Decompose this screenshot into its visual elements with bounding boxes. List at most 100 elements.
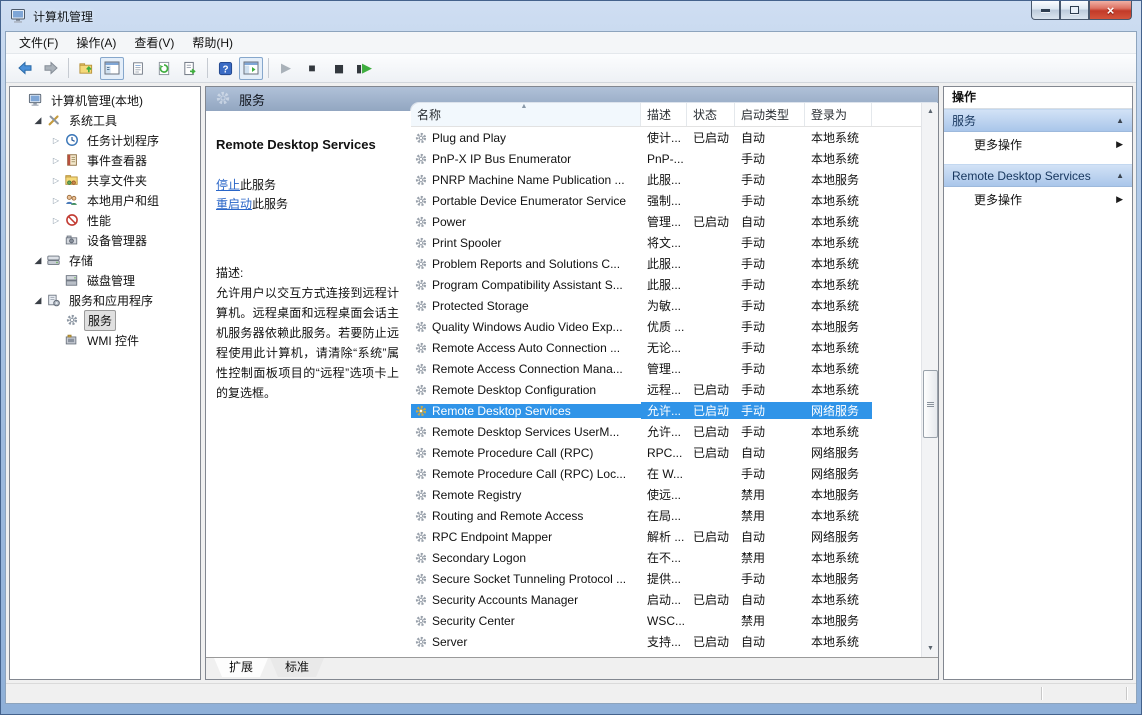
export-list-button[interactable]: [178, 57, 202, 80]
service-row[interactable]: Remote Desktop Services UserM...允许...已启动…: [411, 421, 921, 442]
restore-button[interactable]: [1060, 1, 1089, 20]
tree-item-computer[interactable]: 计算机管理(本地): [10, 90, 200, 110]
scroll-up-icon[interactable]: ▲: [922, 103, 938, 120]
tab-extended[interactable]: 扩展: [214, 658, 268, 677]
tree-item-wmi[interactable]: WMI 控件: [10, 330, 200, 350]
menu-item-0[interactable]: 文件(F): [10, 31, 67, 54]
logon-as-cell: 本地系统: [805, 423, 872, 440]
scrollbar-thumb[interactable]: [923, 370, 938, 438]
column-header-3[interactable]: 启动类型: [735, 103, 805, 126]
restart-service-link[interactable]: 重启动: [216, 197, 252, 211]
service-row[interactable]: Security Accounts Manager启动...已启动自动本地系统: [411, 589, 921, 610]
service-row[interactable]: Remote Procedure Call (RPC) Loc...在 W...…: [411, 463, 921, 484]
service-row[interactable]: Protected Storage为敏...手动本地系统: [411, 295, 921, 316]
help-button[interactable]: ?: [213, 57, 237, 80]
collapse-arrow-icon[interactable]: ◢: [31, 115, 45, 126]
collapse-section-icon[interactable]: ▲: [1116, 171, 1124, 180]
start-service-button[interactable]: ▶: [274, 57, 298, 80]
service-row[interactable]: Remote Procedure Call (RPC)RPC...已启动自动网络…: [411, 442, 921, 463]
service-row[interactable]: Security CenterWSC...禁用本地服务: [411, 610, 921, 631]
action-item-label: 更多操作: [974, 191, 1022, 208]
column-header-2[interactable]: 状态: [687, 103, 735, 126]
expand-arrow-icon[interactable]: ▷: [49, 156, 63, 165]
show-action-pane-button[interactable]: [239, 57, 263, 80]
action-section-header-1[interactable]: Remote Desktop Services▲: [944, 164, 1132, 187]
service-row[interactable]: Portable Device Enumerator Service强制...手…: [411, 190, 921, 211]
tree-item-service-gear[interactable]: 服务: [10, 310, 200, 330]
service-name-text: RPC Endpoint Mapper: [432, 530, 552, 544]
tree-item-disk-management[interactable]: 磁盘管理: [10, 270, 200, 290]
service-row[interactable]: Quality Windows Audio Video Exp...优质 ...…: [411, 316, 921, 337]
collapse-arrow-icon[interactable]: ◢: [31, 295, 45, 306]
scroll-down-icon[interactable]: ▼: [922, 640, 938, 657]
up-level-button[interactable]: [74, 57, 98, 80]
properties-button[interactable]: [126, 57, 150, 80]
tree-item-label: WMI 控件: [84, 331, 142, 350]
tree-item-scheduler[interactable]: ▷任务计划程序: [10, 130, 200, 150]
service-row[interactable]: Remote Desktop Services允许...已启动手动网络服务: [411, 400, 921, 421]
service-row[interactable]: Server支持...已启动自动本地系统: [411, 631, 921, 652]
tree-item-tools[interactable]: ◢系统工具: [10, 110, 200, 130]
tree-item-storage[interactable]: ◢存储: [10, 250, 200, 270]
tree-item-device-manager[interactable]: 设备管理器: [10, 230, 200, 250]
service-row[interactable]: Secondary Logon在不...禁用本地系统: [411, 547, 921, 568]
minimize-button[interactable]: [1031, 1, 1060, 20]
service-row[interactable]: Print Spooler将文...手动本地系统: [411, 232, 921, 253]
service-row[interactable]: PnP-X IP Bus EnumeratorPnP-...手动本地系统: [411, 148, 921, 169]
stop-service-link[interactable]: 停止: [216, 178, 240, 192]
more-actions-item[interactable]: 更多操作▶: [944, 132, 1132, 157]
service-row[interactable]: Routing and Remote Access在局...禁用本地系统: [411, 505, 921, 526]
service-row[interactable]: Power管理...已启动自动本地系统: [411, 211, 921, 232]
service-row[interactable]: Remote Registry使远...禁用本地服务: [411, 484, 921, 505]
start-service-icon: ▶: [281, 60, 291, 76]
tree-item-event-viewer[interactable]: ▷事件查看器: [10, 150, 200, 170]
expand-arrow-icon[interactable]: ▷: [49, 136, 63, 145]
tree-item-shared-folders[interactable]: ▷共享文件夹: [10, 170, 200, 190]
section-gap: [944, 157, 1132, 164]
collapse-section-icon[interactable]: ▲: [1116, 116, 1124, 125]
expand-arrow-icon[interactable]: ▷: [49, 216, 63, 225]
tree-item-services-apps[interactable]: ◢服务和应用程序: [10, 290, 200, 310]
column-header-1[interactable]: 描述: [641, 103, 687, 126]
service-row[interactable]: Program Compatibility Assistant S...此服..…: [411, 274, 921, 295]
service-row[interactable]: Remote Access Connection Mana...管理...手动本…: [411, 358, 921, 379]
service-row[interactable]: Problem Reports and Solutions C...此服...手…: [411, 253, 921, 274]
menu-item-2[interactable]: 查看(V): [125, 31, 183, 54]
row-filler: [872, 379, 921, 400]
expand-arrow-icon[interactable]: ▷: [49, 176, 63, 185]
forward-button[interactable]: [39, 57, 63, 80]
service-row[interactable]: Secure Socket Tunneling Protocol ...提供..…: [411, 568, 921, 589]
description-cell: 允许...: [641, 402, 687, 419]
vertical-scrollbar[interactable]: ▲ ▼: [921, 103, 938, 657]
startup-type-cell: 自动: [735, 213, 805, 230]
service-name-text: Protected Storage: [432, 299, 529, 313]
tab-standard[interactable]: 标准: [270, 658, 324, 677]
collapse-arrow-icon[interactable]: ◢: [31, 255, 45, 266]
menu-item-3[interactable]: 帮助(H): [183, 31, 242, 54]
service-row[interactable]: Remote Desktop Configuration远程...已启动手动本地…: [411, 379, 921, 400]
service-row[interactable]: PNRP Machine Name Publication ...此服...手动…: [411, 169, 921, 190]
restart-service-button[interactable]: ▮▶: [352, 57, 376, 80]
service-row[interactable]: Plug and Play使计...已启动自动本地系统: [411, 127, 921, 148]
back-button[interactable]: [13, 57, 37, 80]
show-console-tree-button[interactable]: [100, 57, 124, 80]
refresh-button[interactable]: [152, 57, 176, 80]
show-action-pane-icon: [243, 61, 259, 75]
menu-item-1[interactable]: 操作(A): [67, 31, 125, 54]
action-section-header-0[interactable]: 服务▲: [944, 109, 1132, 132]
column-header-0[interactable]: 名称▲: [411, 103, 641, 126]
toolbar-separator: [268, 58, 269, 78]
pause-service-button[interactable]: ▮▮: [326, 57, 350, 80]
tree-item-performance[interactable]: ▷性能: [10, 210, 200, 230]
tree-item-users[interactable]: ▷本地用户和组: [10, 190, 200, 210]
close-button[interactable]: ×: [1089, 1, 1132, 20]
expand-arrow-icon[interactable]: ▷: [49, 196, 63, 205]
more-actions-item[interactable]: 更多操作▶: [944, 187, 1132, 212]
toolbar-separator: [207, 58, 208, 78]
service-row[interactable]: RPC Endpoint Mapper解析 ...已启动自动网络服务: [411, 526, 921, 547]
service-row[interactable]: Remote Access Auto Connection ...无论...手动…: [411, 337, 921, 358]
stop-service-button[interactable]: ■: [300, 57, 324, 80]
logon-as-cell: 本地系统: [805, 381, 872, 398]
column-header-4[interactable]: 登录为: [805, 103, 872, 126]
title-bar[interactable]: 计算机管理 ×: [1, 1, 1141, 31]
